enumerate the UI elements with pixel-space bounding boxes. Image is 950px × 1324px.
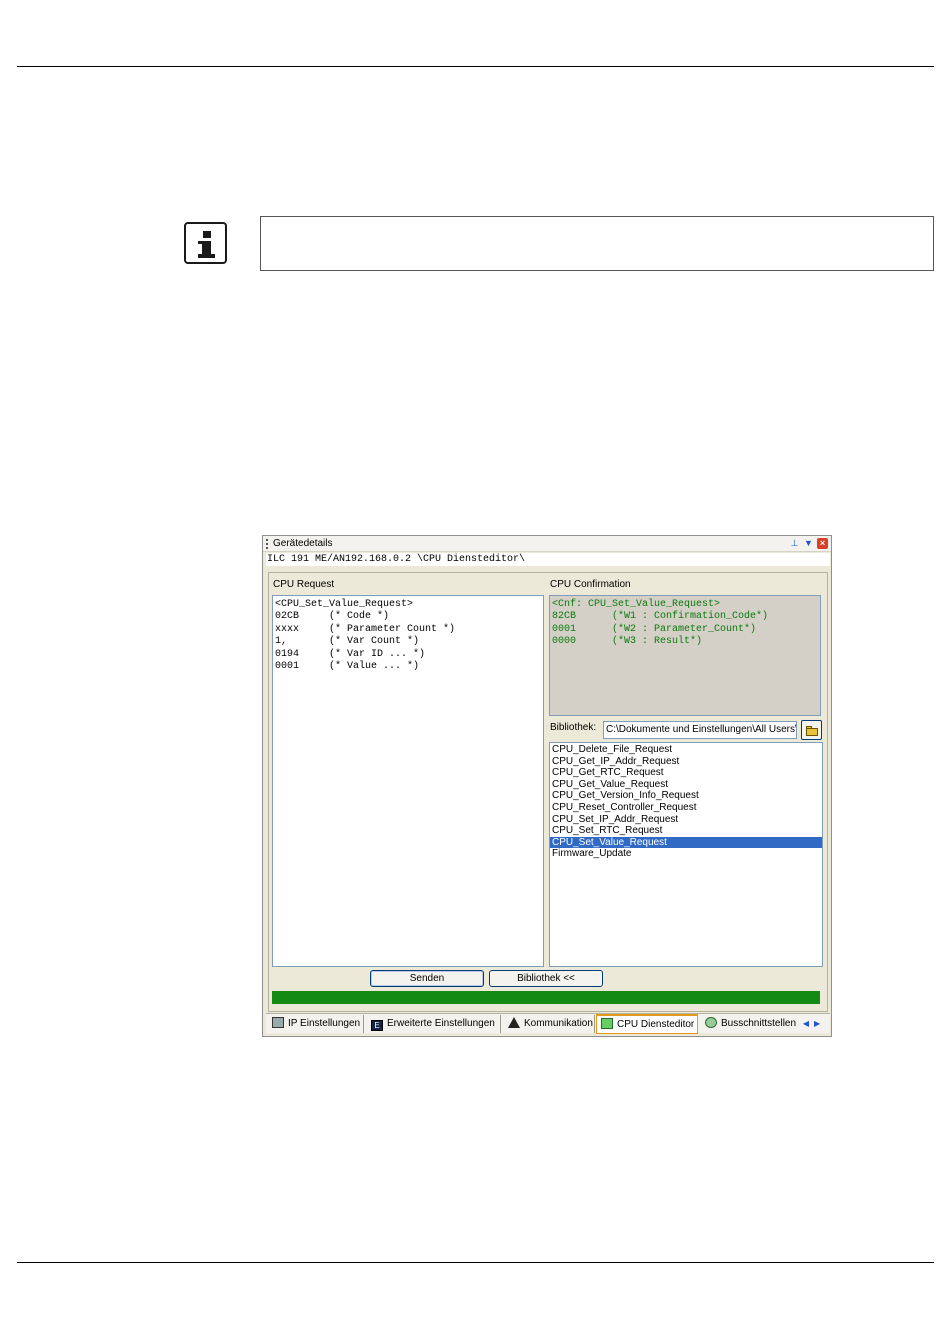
request-editor[interactable]: <CPU_Set_Value_Request> 02CB (* Code *) xx…: [272, 595, 544, 967]
library-list-item[interactable]: CPU_Set_Value_Request: [550, 836, 822, 849]
pin-icon[interactable]: ⊥: [789, 538, 800, 549]
library-list-item[interactable]: CPU_Set_IP_Addr_Request: [550, 814, 822, 826]
library-path-input[interactable]: C:\Dokumente und Einstellungen\All Users…: [603, 721, 797, 739]
dropdown-icon[interactable]: ▼: [803, 538, 814, 549]
window-title: Gerätedetails: [273, 538, 333, 549]
tab-bus-interfaces[interactable]: Busschnittstellen: [701, 1015, 797, 1033]
confirmation-line: <Cnf: CPU_Set_Value_Request>: [552, 599, 721, 610]
library-list-item[interactable]: CPU_Get_Value_Request: [550, 779, 822, 791]
cpu-service-icon: [601, 1018, 613, 1029]
bus-interface-icon: [705, 1017, 717, 1028]
network-icon: [272, 1017, 284, 1028]
device-details-window: Gerätedetails ⊥ ▼ × ILC 191 ME/AN192.168…: [262, 535, 832, 1037]
library-list-item[interactable]: CPU_Get_IP_Addr_Request: [550, 756, 822, 768]
tab-cpu-service-editor[interactable]: CPU Diensteditor: [596, 1014, 698, 1034]
device-path: ILC 191 ME/AN192.168.0.2 \CPU Dienstedit…: [266, 553, 830, 566]
request-line: xxxx (* Parameter Count *): [275, 623, 456, 635]
tab-extended-settings[interactable]: E Erweiterte Einstellungen: [367, 1015, 501, 1033]
request-label: CPU Request: [273, 579, 335, 590]
footer-rule: [17, 1262, 934, 1263]
tab-scroll-arrows[interactable]: ◀▶: [800, 1017, 828, 1031]
confirmation-line: 0001 (*W2 : Parameter_Count*): [552, 623, 757, 635]
library-list-item[interactable]: Firmware_Update: [550, 848, 822, 860]
library-toggle-button[interactable]: Bibliothek <<: [489, 970, 603, 987]
confirmation-line: 82CB (*W1 : Confirmation_Code*): [552, 611, 769, 623]
close-icon[interactable]: ×: [817, 538, 828, 549]
progress-bar: [272, 991, 820, 1004]
library-list-item[interactable]: CPU_Get_Version_Info_Request: [550, 790, 822, 802]
open-folder-button[interactable]: [801, 720, 822, 740]
header-rule: [17, 66, 934, 67]
grip-handle[interactable]: [266, 539, 268, 549]
extended-settings-icon: E: [371, 1020, 383, 1031]
confirmation-line: 0000 (*W3 : Result*): [552, 636, 703, 648]
library-list-item[interactable]: CPU_Get_RTC_Request: [550, 767, 822, 779]
tab-bar: IP Einstellungen E Erweiterte Einstellung…: [266, 1013, 830, 1034]
request-line: 0001 (* Value ... *): [275, 661, 420, 673]
library-list-item[interactable]: CPU_Set_RTC_Request: [550, 825, 822, 837]
tab-communication[interactable]: Kommunikation: [504, 1015, 595, 1033]
confirmation-label: CPU Confirmation: [550, 579, 631, 590]
request-line: 0194 (* Var ID ... *): [275, 648, 426, 660]
request-line: <CPU_Set_Value_Request>: [275, 599, 414, 610]
send-button[interactable]: Senden: [370, 970, 484, 987]
request-line: 02CB (* Code *): [275, 611, 390, 623]
tab-ip-settings[interactable]: IP Einstellungen: [268, 1015, 364, 1033]
note-box: [260, 216, 934, 271]
library-list-item[interactable]: CPU_Reset_Controller_Request: [550, 802, 822, 814]
request-line: 1, (* Var Count *): [275, 636, 420, 648]
info-icon: [184, 222, 227, 264]
library-label: Bibliothek:: [550, 722, 597, 733]
communication-icon: [508, 1017, 520, 1028]
library-list-item[interactable]: CPU_Delete_File_Request: [550, 744, 822, 756]
confirmation-view: <Cnf: CPU_Set_Value_Request> 82CB (*W1 : …: [549, 595, 821, 716]
title-bar: Gerätedetails ⊥ ▼ ×: [263, 536, 831, 552]
library-list[interactable]: CPU_Delete_File_Request CPU_Get_IP_Addr_R…: [549, 742, 823, 967]
